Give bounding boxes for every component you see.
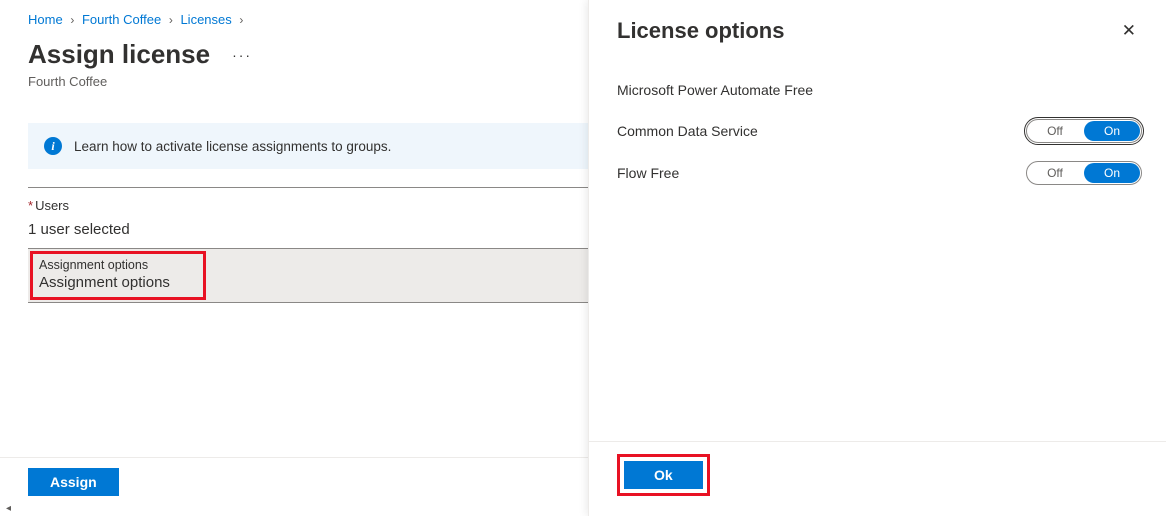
more-options-button[interactable]: ··· — [228, 43, 256, 67]
panel-body: Microsoft Power Automate Free Common Dat… — [589, 44, 1166, 441]
users-value: 1 user selected — [28, 213, 588, 238]
main-content: Home › Fourth Coffee › Licenses › Assign… — [0, 0, 588, 516]
breadcrumb-fourth-coffee[interactable]: Fourth Coffee — [82, 12, 161, 27]
assignment-options-row[interactable]: Assignment options Assignment options — [28, 248, 588, 303]
users-field[interactable]: *Users 1 user selected — [0, 188, 588, 238]
toggle-label: Flow Free — [617, 165, 679, 181]
panel-title: License options — [617, 18, 784, 44]
assignment-options-label: Assignment options — [39, 272, 195, 291]
toggle-common-data-service[interactable]: Off On — [1026, 119, 1142, 143]
assignment-options-small-label: Assignment options — [39, 258, 195, 272]
toggle-label: Common Data Service — [617, 123, 758, 139]
toggle-off[interactable]: Off — [1027, 120, 1083, 142]
toggle-row-flow-free: Flow Free Off On — [617, 152, 1142, 194]
toggle-flow-free[interactable]: Off On — [1026, 161, 1142, 185]
breadcrumb: Home › Fourth Coffee › Licenses › — [0, 0, 588, 31]
main-footer: Assign ◂ — [0, 457, 588, 516]
ok-button-highlight: Ok — [617, 454, 710, 496]
chevron-right-icon: › — [70, 13, 74, 27]
toggle-on[interactable]: On — [1084, 163, 1140, 183]
ok-button[interactable]: Ok — [624, 461, 703, 489]
required-star-icon: * — [28, 198, 33, 213]
close-icon[interactable]: ✕ — [1116, 18, 1142, 43]
info-banner: i Learn how to activate license assignme… — [28, 123, 588, 169]
scroll-left-icon[interactable]: ◂ — [6, 503, 11, 514]
page-title: Assign license — [28, 39, 210, 70]
license-options-panel: License options ✕ Microsoft Power Automa… — [588, 0, 1166, 516]
toggle-on[interactable]: On — [1084, 121, 1140, 141]
chevron-right-icon: › — [239, 13, 243, 27]
page-header: Assign license ··· — [0, 31, 588, 70]
breadcrumb-home[interactable]: Home — [28, 12, 63, 27]
chevron-right-icon: › — [169, 13, 173, 27]
info-icon: i — [44, 137, 62, 155]
toggle-row-common-data-service: Common Data Service Off On — [617, 110, 1142, 152]
panel-header: License options ✕ — [589, 0, 1166, 44]
assignment-options-highlight: Assignment options Assignment options — [30, 251, 206, 300]
assign-button[interactable]: Assign — [28, 468, 119, 496]
users-label: *Users — [28, 198, 588, 213]
plan-name: Microsoft Power Automate Free — [617, 82, 1142, 98]
info-banner-text[interactable]: Learn how to activate license assignment… — [74, 139, 391, 154]
toggle-off[interactable]: Off — [1027, 162, 1083, 184]
panel-footer: Ok — [589, 441, 1166, 516]
breadcrumb-licenses[interactable]: Licenses — [180, 12, 231, 27]
page-subtitle: Fourth Coffee — [0, 70, 588, 89]
